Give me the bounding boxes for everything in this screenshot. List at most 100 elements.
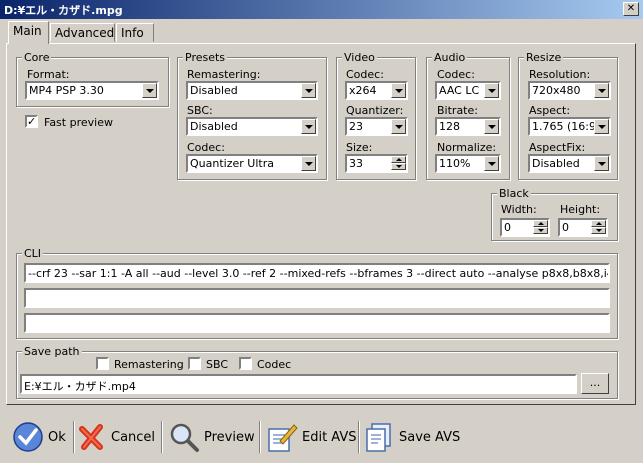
save-document-icon: [366, 423, 391, 452]
chevron-down-icon[interactable]: [142, 83, 157, 98]
aspect-select[interactable]: 1.765 (16:9): [528, 117, 611, 136]
normalize-label: Normalize:: [437, 141, 497, 154]
spin-down-icon[interactable]: [533, 227, 548, 234]
cli-line-2[interactable]: [24, 288, 610, 308]
format-value: MP4 PSP 3.30: [29, 84, 104, 97]
cancel-x-icon: [79, 424, 103, 450]
preset-codec-value: Quantizer Ultra: [190, 157, 274, 170]
save-remastering-checkbox[interactable]: [96, 357, 109, 370]
sbc-select[interactable]: Disabled: [186, 117, 318, 136]
tab-info[interactable]: Info: [116, 23, 154, 42]
spin-up-icon[interactable]: [391, 156, 406, 163]
video-codec-value: x264: [349, 84, 377, 97]
audio-codec-select[interactable]: AAC LC: [435, 81, 501, 100]
save-avs-button[interactable]: Save AVS: [363, 419, 460, 455]
chevron-down-icon[interactable]: [391, 119, 406, 134]
black-width-label: Width:: [501, 203, 537, 216]
video-codec-label: Codec:: [346, 68, 384, 81]
black-height-label: Height:: [560, 203, 601, 216]
remastering-select[interactable]: Disabled: [186, 81, 318, 100]
toolbar-separator: [73, 421, 75, 453]
presets-group-title: Presets: [183, 51, 228, 64]
toolbar: Ok Cancel Preview Edit AVS Save AVS: [0, 413, 643, 463]
save-sbc-label: SBC: [206, 358, 229, 371]
fast-preview-label: Fast preview: [44, 116, 113, 129]
chevron-down-icon[interactable]: [594, 83, 609, 98]
size-label: Size:: [346, 141, 373, 154]
black-height-spinner[interactable]: 0: [558, 218, 608, 237]
save-path-input[interactable]: E:¥エル・カザド.mp4: [20, 374, 577, 394]
chevron-down-icon[interactable]: [594, 156, 609, 171]
title-bar[interactable]: D:¥エル・カザド.mpg ✕: [0, 0, 643, 19]
window-title: D:¥エル・カザド.mpg: [4, 4, 123, 17]
chevron-down-icon[interactable]: [484, 83, 499, 98]
chevron-down-icon[interactable]: [484, 156, 499, 171]
cli-group-title: CLI: [22, 247, 44, 260]
cli-line-3[interactable]: [24, 313, 610, 333]
bitrate-value: 128: [439, 120, 460, 133]
chevron-down-icon[interactable]: [484, 119, 499, 134]
quantizer-label: Quantizer:: [346, 104, 404, 117]
normalize-select[interactable]: 110%: [435, 154, 501, 173]
edit-avs-label: Edit AVS: [302, 429, 357, 445]
cancel-button[interactable]: Cancel: [77, 419, 155, 455]
ok-button[interactable]: Ok: [12, 419, 66, 455]
save-codec-checkbox[interactable]: [239, 357, 252, 370]
preview-button[interactable]: Preview: [168, 419, 255, 455]
chevron-down-icon[interactable]: [301, 156, 316, 171]
aspectfix-value: Disabled: [532, 157, 580, 170]
save-remastering-label: Remastering: [114, 358, 184, 371]
size-value: 33: [349, 157, 363, 170]
spin-up-icon[interactable]: [591, 220, 606, 227]
audio-group-title: Audio: [432, 51, 468, 64]
black-height-value: 0: [562, 221, 569, 234]
save-avs-label: Save AVS: [399, 429, 461, 445]
magnifier-icon: [170, 423, 199, 452]
toolbar-separator: [259, 421, 261, 453]
toolbar-separator: [161, 421, 163, 453]
quantizer-select[interactable]: 23: [345, 117, 408, 136]
tab-advanced[interactable]: Advanced: [50, 23, 115, 42]
chevron-down-icon[interactable]: [301, 83, 316, 98]
spin-down-icon[interactable]: [391, 163, 406, 170]
resolution-value: 720x480: [532, 84, 581, 97]
normalize-value: 110%: [439, 157, 471, 170]
sbc-value: Disabled: [190, 120, 238, 133]
format-select[interactable]: MP4 PSP 3.30: [25, 81, 159, 100]
bitrate-select[interactable]: 128: [435, 117, 501, 136]
preset-codec-label: Codec:: [187, 141, 225, 154]
black-width-spinner[interactable]: 0: [500, 218, 550, 237]
preview-label: Preview: [204, 429, 255, 445]
edit-avs-button[interactable]: Edit AVS: [266, 419, 357, 455]
chevron-down-icon[interactable]: [594, 119, 609, 134]
preset-codec-select[interactable]: Quantizer Ultra: [186, 154, 318, 173]
aspect-value: 1.765 (16:9): [532, 120, 596, 133]
aspect-label: Aspect:: [529, 104, 571, 117]
spin-down-icon[interactable]: [591, 227, 606, 234]
bitrate-label: Bitrate:: [437, 104, 478, 117]
quantizer-value: 23: [349, 120, 363, 133]
save-sbc-checkbox[interactable]: [188, 357, 201, 370]
edit-document-icon: [268, 424, 298, 452]
resolution-select[interactable]: 720x480: [528, 81, 611, 100]
chevron-down-icon[interactable]: [391, 83, 406, 98]
save-path-group-title: Save path: [22, 345, 82, 358]
video-group-title: Video: [342, 51, 377, 64]
cancel-label: Cancel: [111, 429, 156, 445]
chevron-down-icon[interactable]: [301, 119, 316, 134]
video-codec-select[interactable]: x264: [345, 81, 408, 100]
tab-main[interactable]: Main: [8, 21, 49, 44]
aspectfix-select[interactable]: Disabled: [528, 154, 611, 173]
cli-line-1[interactable]: --crf 23 --sar 1:1 -A all --aud --level …: [24, 263, 610, 283]
sbc-label: SBC:: [187, 104, 213, 117]
remastering-value: Disabled: [190, 84, 238, 97]
close-icon[interactable]: ✕: [623, 2, 639, 16]
audio-codec-label: Codec:: [437, 68, 475, 81]
size-spinner[interactable]: 33: [345, 154, 408, 173]
status-strip: [6, 406, 636, 410]
spin-up-icon[interactable]: [533, 220, 548, 227]
black-group-title: Black: [497, 187, 531, 200]
audio-codec-value: AAC LC: [439, 84, 480, 97]
fast-preview-checkbox[interactable]: ✓: [25, 115, 38, 128]
browse-button[interactable]: ...: [581, 373, 609, 394]
